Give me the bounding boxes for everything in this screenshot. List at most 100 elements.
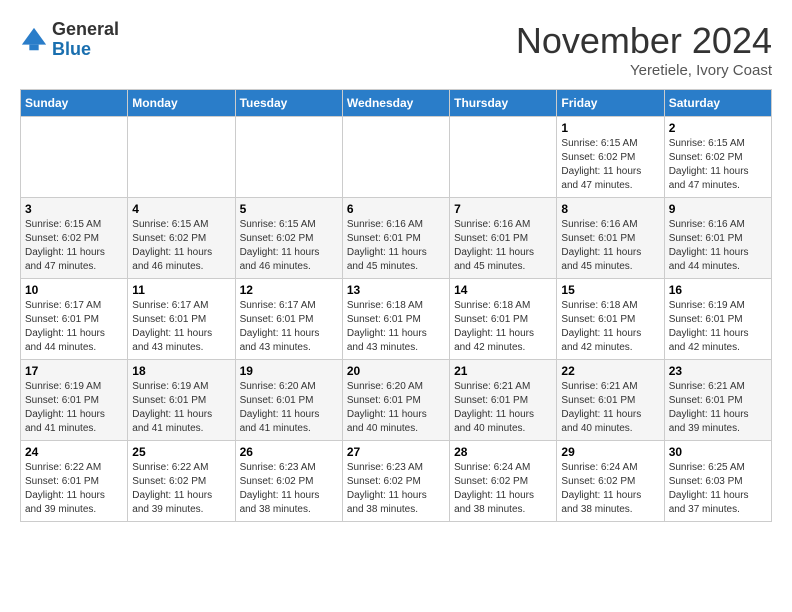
day-info: Sunrise: 6:21 AM Sunset: 6:01 PM Dayligh… xyxy=(454,380,552,436)
calendar-cell: 13 Sunrise: 6:18 AM Sunset: 6:01 PM Dayli… xyxy=(342,279,449,360)
weekday-header-friday: Friday xyxy=(557,90,664,117)
day-number: 30 xyxy=(669,445,767,459)
calendar-cell: 19Sunrise: 6:20 AM Sunset: 6:01 PM Dayli… xyxy=(235,360,342,441)
calendar-cell: 18 Sunrise: 6:19 AM Sunset: 6:01 PM Dayli… xyxy=(128,360,235,441)
day-info: Sunrise: 6:18 AM Sunset: 6:01 PM Dayligh… xyxy=(347,299,445,355)
day-number: 7 xyxy=(454,202,552,216)
day-info: Sunrise: 6:20 AM Sunset: 6:01 PM Dayligh… xyxy=(240,380,338,436)
day-info: Sunrise: 6:16 AM Sunset: 6:01 PM Dayligh… xyxy=(347,218,445,274)
day-info: Sunrise: 6:17 AM Sunset: 6:01 PM Dayligh… xyxy=(240,299,338,355)
calendar-cell: 29Sunrise: 6:24 AM Sunset: 6:02 PM Dayli… xyxy=(557,441,664,522)
day-info: Sunrise: 6:16 AM Sunset: 6:01 PM Dayligh… xyxy=(454,218,552,274)
calendar-cell: 3 Sunrise: 6:15 AM Sunset: 6:02 PM Daylig… xyxy=(21,198,128,279)
day-number: 2 xyxy=(669,121,767,135)
calendar-cell: 1 Sunrise: 6:15 AM Sunset: 6:02 PM Daylig… xyxy=(557,117,664,198)
day-number: 9 xyxy=(669,202,767,216)
day-number: 16 xyxy=(669,283,767,297)
day-number: 23 xyxy=(669,364,767,378)
title-block: November 2024 Yeretiele, Ivory Coast xyxy=(516,20,772,79)
day-info: Sunrise: 6:22 AM Sunset: 6:01 PM Dayligh… xyxy=(25,461,123,517)
day-number: 14 xyxy=(454,283,552,297)
calendar-cell: 25 Sunrise: 6:22 AM Sunset: 6:02 PM Dayli… xyxy=(128,441,235,522)
calendar-cell: 9 Sunrise: 6:16 AM Sunset: 6:01 PM Daylig… xyxy=(664,198,771,279)
day-number: 25 xyxy=(132,445,230,459)
day-number: 10 xyxy=(25,283,123,297)
day-info: Sunrise: 6:24 AM Sunset: 6:02 PM Dayligh… xyxy=(561,461,659,517)
day-info: Sunrise: 6:19 AM Sunset: 6:01 PM Dayligh… xyxy=(132,380,230,436)
day-info: Sunrise: 6:22 AM Sunset: 6:02 PM Dayligh… xyxy=(132,461,230,517)
day-info: Sunrise: 6:24 AM Sunset: 6:02 PM Dayligh… xyxy=(454,461,552,517)
calendar-cell: 11Sunrise: 6:17 AM Sunset: 6:01 PM Dayli… xyxy=(128,279,235,360)
calendar-cell xyxy=(128,117,235,198)
calendar-cell: 21 Sunrise: 6:21 AM Sunset: 6:01 PM Dayli… xyxy=(450,360,557,441)
day-info: Sunrise: 6:15 AM Sunset: 6:02 PM Dayligh… xyxy=(240,218,338,274)
weekday-header-monday: Monday xyxy=(128,90,235,117)
logo-icon xyxy=(20,26,48,54)
calendar-cell: 17 Sunrise: 6:19 AM Sunset: 6:01 PM Dayli… xyxy=(21,360,128,441)
calendar-cell: 16 Sunrise: 6:19 AM Sunset: 6:01 PM Dayli… xyxy=(664,279,771,360)
week-row-5: 24 Sunrise: 6:22 AM Sunset: 6:01 PM Dayli… xyxy=(21,441,772,522)
day-info: Sunrise: 6:16 AM Sunset: 6:01 PM Dayligh… xyxy=(561,218,659,274)
calendar-cell: 4 Sunrise: 6:15 AM Sunset: 6:02 PM Daylig… xyxy=(128,198,235,279)
day-info: Sunrise: 6:18 AM Sunset: 6:01 PM Dayligh… xyxy=(454,299,552,355)
month-title: November 2024 xyxy=(516,20,772,62)
calendar-cell: 7 Sunrise: 6:16 AM Sunset: 6:01 PM Daylig… xyxy=(450,198,557,279)
calendar-cell xyxy=(21,117,128,198)
day-number: 28 xyxy=(454,445,552,459)
day-info: Sunrise: 6:19 AM Sunset: 6:01 PM Dayligh… xyxy=(669,299,767,355)
day-info: Sunrise: 6:15 AM Sunset: 6:02 PM Dayligh… xyxy=(561,137,659,193)
day-number: 8 xyxy=(561,202,659,216)
calendar-cell: 28 Sunrise: 6:24 AM Sunset: 6:02 PM Dayli… xyxy=(450,441,557,522)
calendar-cell: 26 Sunrise: 6:23 AM Sunset: 6:02 PM Dayli… xyxy=(235,441,342,522)
day-number: 18 xyxy=(132,364,230,378)
week-row-3: 10 Sunrise: 6:17 AM Sunset: 6:01 PM Dayli… xyxy=(21,279,772,360)
calendar-cell: 2 Sunrise: 6:15 AM Sunset: 6:02 PM Daylig… xyxy=(664,117,771,198)
logo-blue-text: Blue xyxy=(52,39,91,59)
logo-general-text: General xyxy=(52,19,119,39)
calendar-cell: 22 Sunrise: 6:21 AM Sunset: 6:01 PM Dayli… xyxy=(557,360,664,441)
calendar-cell: 8 Sunrise: 6:16 AM Sunset: 6:01 PM Daylig… xyxy=(557,198,664,279)
calendar-cell: 24 Sunrise: 6:22 AM Sunset: 6:01 PM Dayli… xyxy=(21,441,128,522)
day-info: Sunrise: 6:18 AM Sunset: 6:01 PM Dayligh… xyxy=(561,299,659,355)
day-number: 13 xyxy=(347,283,445,297)
day-number: 24 xyxy=(25,445,123,459)
calendar-cell: 23 Sunrise: 6:21 AM Sunset: 6:01 PM Dayli… xyxy=(664,360,771,441)
calendar-cell xyxy=(450,117,557,198)
day-info: Sunrise: 6:15 AM Sunset: 6:02 PM Dayligh… xyxy=(669,137,767,193)
day-info: Sunrise: 6:15 AM Sunset: 6:02 PM Dayligh… xyxy=(25,218,123,274)
day-number: 1 xyxy=(561,121,659,135)
day-number: 17 xyxy=(25,364,123,378)
day-info: Sunrise: 6:21 AM Sunset: 6:01 PM Dayligh… xyxy=(669,380,767,436)
weekday-header-tuesday: Tuesday xyxy=(235,90,342,117)
day-number: 22 xyxy=(561,364,659,378)
weekday-header-sunday: Sunday xyxy=(21,90,128,117)
calendar-cell: 27Sunrise: 6:23 AM Sunset: 6:02 PM Dayli… xyxy=(342,441,449,522)
weekday-header-saturday: Saturday xyxy=(664,90,771,117)
week-row-4: 17 Sunrise: 6:19 AM Sunset: 6:01 PM Dayli… xyxy=(21,360,772,441)
day-info: Sunrise: 6:20 AM Sunset: 6:01 PM Dayligh… xyxy=(347,380,445,436)
calendar-cell: 30Sunrise: 6:25 AM Sunset: 6:03 PM Dayli… xyxy=(664,441,771,522)
day-number: 5 xyxy=(240,202,338,216)
day-info: Sunrise: 6:16 AM Sunset: 6:01 PM Dayligh… xyxy=(669,218,767,274)
calendar-table: SundayMondayTuesdayWednesdayThursdayFrid… xyxy=(20,89,772,522)
calendar-cell: 14 Sunrise: 6:18 AM Sunset: 6:01 PM Dayli… xyxy=(450,279,557,360)
calendar-cell: 10Sunrise: 6:17 AM Sunset: 6:01 PM Dayli… xyxy=(21,279,128,360)
page-header: General Blue November 2024 Yeretiele, Iv… xyxy=(20,20,772,79)
day-number: 11 xyxy=(132,283,230,297)
day-number: 20 xyxy=(347,364,445,378)
day-info: Sunrise: 6:19 AM Sunset: 6:01 PM Dayligh… xyxy=(25,380,123,436)
day-number: 26 xyxy=(240,445,338,459)
calendar-cell: 12Sunrise: 6:17 AM Sunset: 6:01 PM Dayli… xyxy=(235,279,342,360)
calendar-cell: 6 Sunrise: 6:16 AM Sunset: 6:01 PM Daylig… xyxy=(342,198,449,279)
calendar-cell: 15Sunrise: 6:18 AM Sunset: 6:01 PM Dayli… xyxy=(557,279,664,360)
day-info: Sunrise: 6:23 AM Sunset: 6:02 PM Dayligh… xyxy=(240,461,338,517)
day-number: 6 xyxy=(347,202,445,216)
day-info: Sunrise: 6:21 AM Sunset: 6:01 PM Dayligh… xyxy=(561,380,659,436)
day-info: Sunrise: 6:15 AM Sunset: 6:02 PM Dayligh… xyxy=(132,218,230,274)
day-number: 4 xyxy=(132,202,230,216)
day-number: 21 xyxy=(454,364,552,378)
calendar-cell: 20 Sunrise: 6:20 AM Sunset: 6:01 PM Dayli… xyxy=(342,360,449,441)
weekday-header-thursday: Thursday xyxy=(450,90,557,117)
day-number: 3 xyxy=(25,202,123,216)
calendar-cell xyxy=(342,117,449,198)
